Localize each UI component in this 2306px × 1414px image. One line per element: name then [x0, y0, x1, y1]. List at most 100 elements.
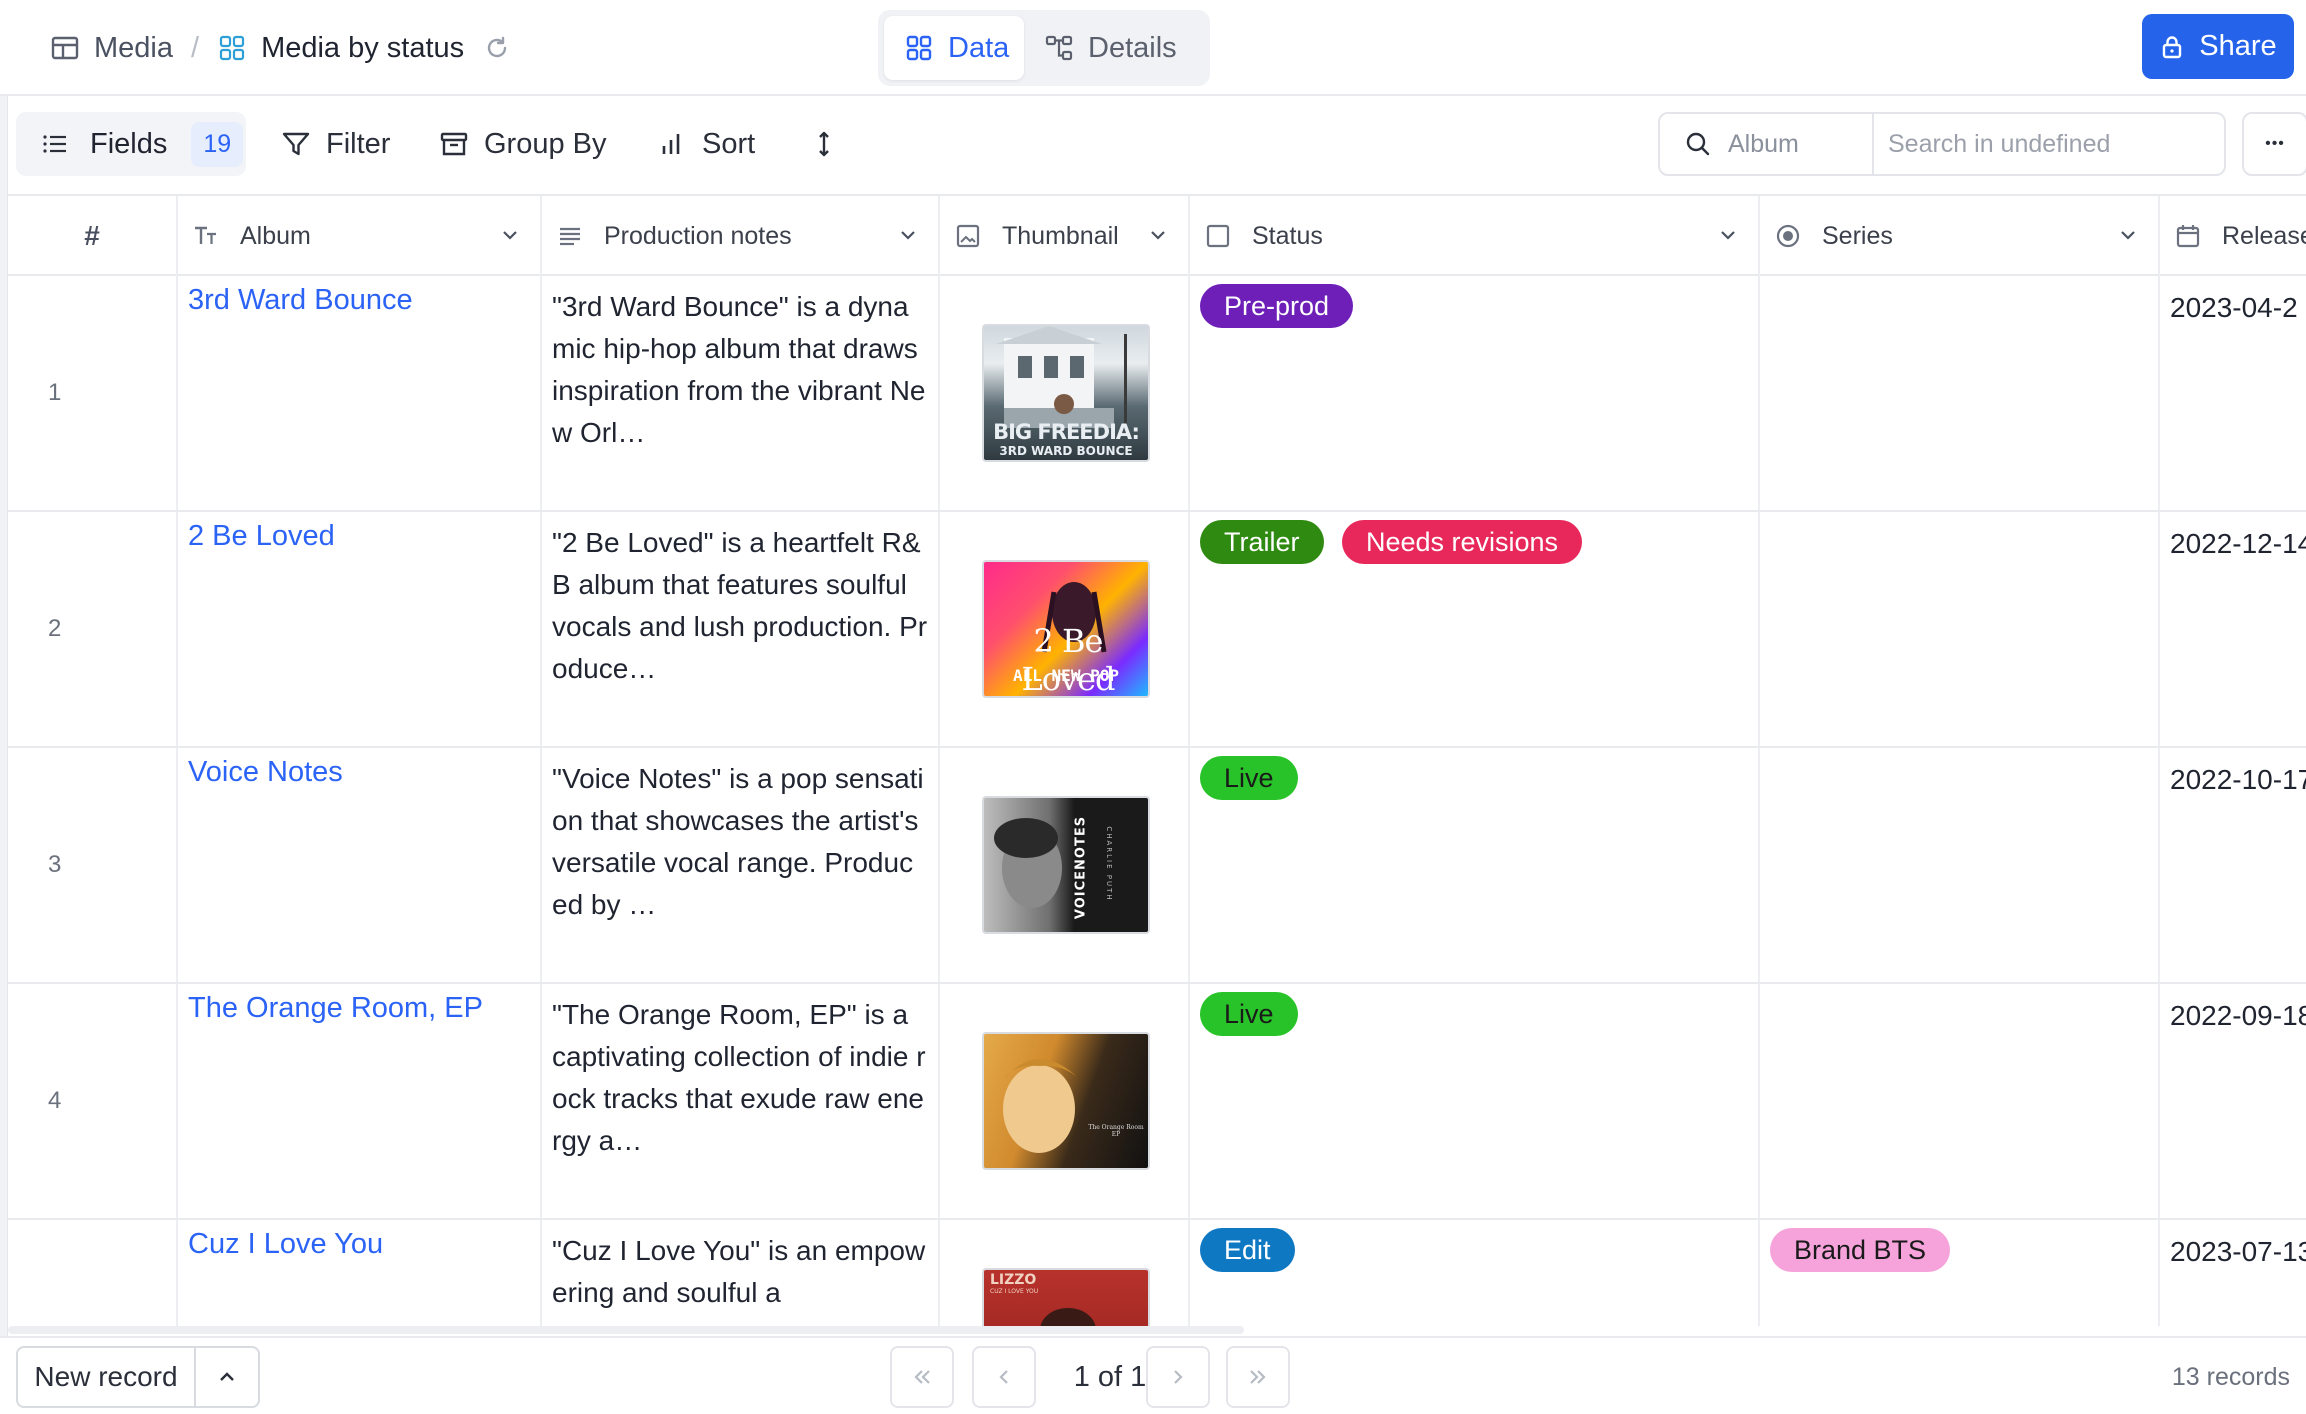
first-page-button[interactable] [890, 1346, 954, 1408]
thumbnail-cell[interactable]: LIZZO CUZ I LOVE YOU [940, 1220, 1190, 1326]
more-options-button[interactable]: ••• [2242, 112, 2306, 176]
share-button[interactable]: Share [2142, 14, 2294, 79]
chevron-down-icon[interactable] [896, 223, 920, 247]
sort-label: Sort [702, 127, 756, 160]
chevron-right-icon [1165, 1364, 1191, 1390]
horizontal-scrollbar[interactable] [8, 1326, 1244, 1334]
table-row[interactable]: 2 2 Be Loved "2 Be Loved" is a heartfelt… [8, 512, 2306, 748]
search-box: Album [1658, 112, 2226, 176]
column-header-release[interactable]: Release [2160, 196, 2306, 276]
list-icon [40, 129, 70, 159]
thumbnail-title: LIZZO [990, 1272, 1037, 1288]
more-icon: ••• [2265, 135, 2285, 152]
release-date-cell[interactable]: 2023-04-2 [2160, 276, 2306, 510]
status-badge: Pre-prod [1200, 284, 1354, 328]
top-bar: Media / Media by status Data Details Sha… [0, 0, 2306, 96]
album-link[interactable]: Voice Notes [178, 748, 542, 982]
album-cover-thumbnail[interactable]: BIG FREEDIA: 3RD WARD BOUNCE [982, 324, 1150, 462]
album-cover-thumbnail[interactable]: VOICENOTES CHARLIE PUTH [982, 796, 1150, 934]
production-notes-cell[interactable]: "3rd Ward Bounce" is a dynamic hip-hop a… [542, 276, 940, 510]
series-badge: Brand BTS [1770, 1228, 1951, 1272]
production-notes-cell[interactable]: "Voice Notes" is a pop sensation that sh… [542, 748, 940, 982]
breadcrumb-media-link[interactable]: Media [94, 32, 173, 65]
release-date-cell[interactable]: 2023-07-13 [2160, 1220, 2306, 1326]
chevron-up-icon [215, 1365, 239, 1389]
status-cell[interactable]: Pre-prod [1190, 276, 1760, 510]
production-notes-cell[interactable]: "Cuz I Love You" is an empowering and so… [542, 1220, 940, 1326]
new-record-menu-button[interactable] [196, 1348, 258, 1406]
status-cell[interactable]: Edit [1190, 1220, 1760, 1326]
album-cover-thumbnail[interactable]: LIZZO CUZ I LOVE YOU [982, 1268, 1150, 1326]
share-label: Share [2199, 30, 2277, 62]
table-row[interactable]: Cuz I Love You "Cuz I Love You" is an em… [8, 1220, 2306, 1326]
release-date-cell[interactable]: 2022-12-14 [2160, 512, 2306, 746]
column-header-thumbnail[interactable]: Thumbnail [940, 196, 1190, 276]
chevron-down-icon[interactable] [1146, 223, 1170, 247]
thumbnail-cell[interactable]: BIG FREEDIA: 3RD WARD BOUNCE [940, 276, 1190, 510]
production-notes-cell[interactable]: "The Orange Room, EP" is a captivating c… [542, 984, 940, 1218]
fields-label: Fields [90, 127, 168, 160]
release-date-cell[interactable]: 2022-10-17 [2160, 748, 2306, 982]
tab-details[interactable]: Details [1024, 16, 1197, 80]
view-title[interactable]: Media by status [261, 32, 464, 65]
album-link[interactable]: The Orange Room, EP [178, 984, 542, 1218]
window-left-edge [0, 0, 8, 1414]
filter-button[interactable]: Filter [280, 112, 390, 176]
series-cell[interactable] [1760, 748, 2160, 982]
calendar-icon [2174, 222, 2202, 250]
next-page-button[interactable] [1146, 1346, 1210, 1408]
lock-icon [2159, 34, 2185, 60]
album-cover-thumbnail[interactable]: 2 Be Loved ALL NEW POP [982, 560, 1150, 698]
previous-page-button[interactable] [972, 1346, 1036, 1408]
series-cell[interactable] [1760, 984, 2160, 1218]
column-header-album[interactable]: Album [178, 196, 542, 276]
chevron-down-icon[interactable] [1716, 223, 1740, 247]
series-cell[interactable]: Brand BTS [1760, 1220, 2160, 1326]
status-badge: Edit [1200, 1228, 1295, 1272]
new-record-button[interactable]: New record [18, 1348, 196, 1406]
album-link[interactable]: Cuz I Love You [178, 1220, 542, 1326]
album-cover-thumbnail[interactable]: The Orange Room EP [982, 1032, 1150, 1170]
thumbnail-title: 2 Be Loved [1021, 622, 1115, 698]
tab-data[interactable]: Data [884, 16, 1024, 80]
chevron-down-icon[interactable] [2116, 223, 2140, 247]
row-number: 1 [8, 276, 178, 510]
series-cell[interactable] [1760, 512, 2160, 746]
series-cell[interactable] [1760, 276, 2160, 510]
fields-button[interactable]: Fields 19 [16, 112, 246, 176]
sort-button[interactable]: Sort [656, 112, 755, 176]
album-link[interactable]: 2 Be Loved [178, 512, 542, 746]
column-header-production-notes[interactable]: Production notes [542, 196, 940, 276]
status-cell[interactable]: Live [1190, 748, 1760, 982]
table-row[interactable]: 4 The Orange Room, EP "The Orange Room, … [8, 984, 2306, 1220]
thumbnail-cell[interactable]: VOICENOTES CHARLIE PUTH [940, 748, 1190, 982]
chevron-down-icon[interactable] [498, 223, 522, 247]
column-header-series[interactable]: Series [1760, 196, 2160, 276]
group-by-button[interactable]: Group By [438, 112, 607, 176]
refresh-icon[interactable] [482, 33, 512, 63]
production-notes-cell[interactable]: "2 Be Loved" is a heartfelt R&B album th… [542, 512, 940, 746]
records-grid: # Album Production notes Thumbnail Statu… [8, 196, 2306, 1326]
column-header-status[interactable]: Status [1190, 196, 1760, 276]
breadcrumb-separator: / [191, 31, 200, 64]
status-cell[interactable]: Live [1190, 984, 1760, 1218]
search-input[interactable] [1874, 114, 2224, 174]
search-field-selector[interactable]: Album [1660, 114, 1874, 174]
column-header-number: # [8, 196, 178, 276]
last-page-button[interactable] [1226, 1346, 1290, 1408]
status-badge: Live [1200, 756, 1298, 800]
hierarchy-icon [1044, 33, 1074, 63]
status-cell[interactable]: Trailer Needs revisions [1190, 512, 1760, 746]
table-row[interactable]: 3 Voice Notes "Voice Notes" is a pop sen… [8, 748, 2306, 984]
text-type-icon [192, 222, 220, 250]
tab-details-label: Details [1088, 31, 1177, 64]
grid-icon [904, 33, 934, 63]
table-row[interactable]: 1 3rd Ward Bounce "3rd Ward Bounce" is a… [8, 276, 2306, 512]
release-date-cell[interactable]: 2022-09-18 [2160, 984, 2306, 1218]
album-link[interactable]: 3rd Ward Bounce [178, 276, 542, 510]
row-height-button[interactable] [808, 112, 854, 176]
thumbnail-cell[interactable]: The Orange Room EP [940, 984, 1190, 1218]
bar-chart-icon [656, 128, 688, 160]
thumbnail-cell[interactable]: 2 Be Loved ALL NEW POP [940, 512, 1190, 746]
filter-label: Filter [326, 127, 391, 160]
